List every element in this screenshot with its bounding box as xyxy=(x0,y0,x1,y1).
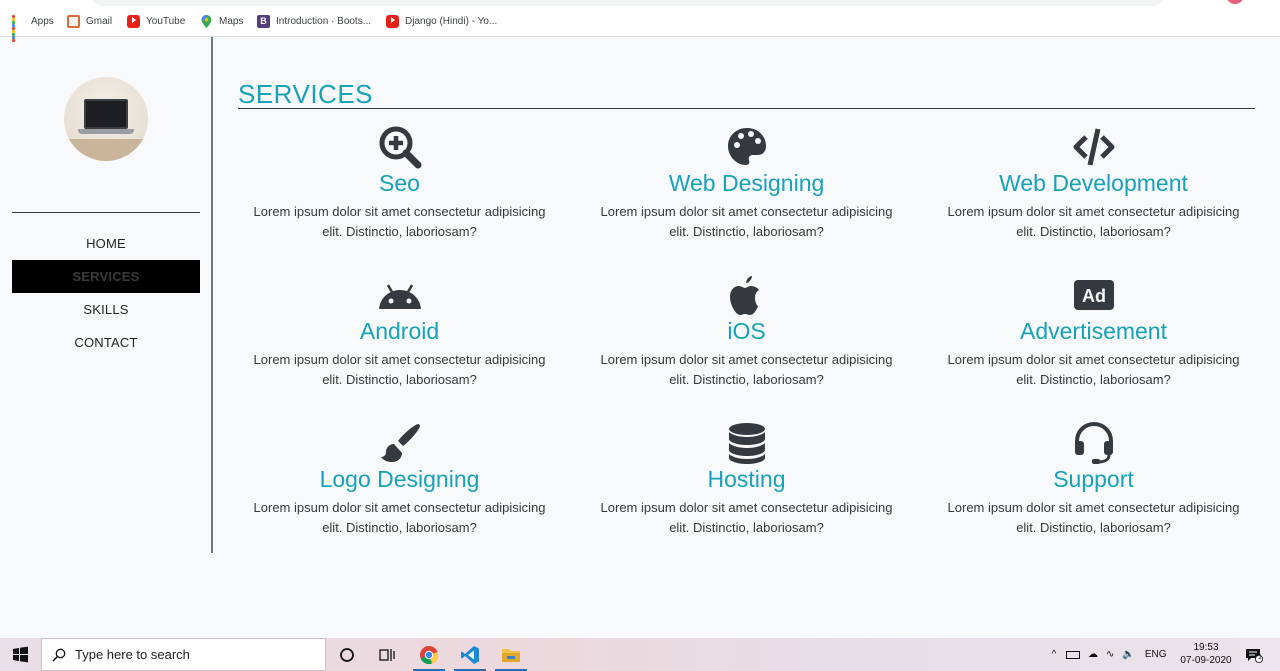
service-description: Lorem ipsum dolor sit amet consectetur a… xyxy=(947,352,1240,387)
service-card-android: Android Lorem ipsum dolor sit amet conse… xyxy=(238,273,561,390)
bookmark-label: Maps xyxy=(219,15,244,27)
bookmark-label: Introduction · Boots... xyxy=(276,15,372,27)
clock-time: 19:53 xyxy=(1193,642,1219,653)
ad-icon: Ad xyxy=(1073,280,1114,310)
sidebar: HOME SERVICES SKILLS CONTACT xyxy=(0,37,213,553)
sidebar-divider xyxy=(12,212,200,213)
bookmark-bootstrap[interactable]: B Introduction · Boots... xyxy=(257,13,371,29)
service-card-advertisement: Ad Advertisement Lorem ipsum dolor sit a… xyxy=(932,273,1255,390)
service-card-ios: iOS Lorem ipsum dolor sit amet consectet… xyxy=(585,273,908,390)
service-card-web-designing: Web Designing Lorem ipsum dolor sit amet… xyxy=(585,125,908,242)
service-description: Lorem ipsum dolor sit amet consectetur a… xyxy=(947,500,1240,535)
service-title: Web Designing xyxy=(668,170,825,196)
service-title: Seo xyxy=(379,170,420,196)
search-plus-icon xyxy=(379,126,421,169)
apple-icon xyxy=(729,276,759,315)
nav-item-contact[interactable]: CONTACT xyxy=(12,326,200,359)
notification-count: 1 xyxy=(1258,654,1262,661)
youtube-icon xyxy=(386,14,399,28)
android-icon xyxy=(378,284,421,309)
folder-icon xyxy=(502,648,520,662)
bookmark-maps[interactable]: Maps xyxy=(200,13,243,29)
title-divider xyxy=(238,108,1255,109)
service-description: Lorem ipsum dolor sit amet consectetur a… xyxy=(600,204,893,239)
service-title: Advertisement xyxy=(1019,318,1167,344)
bookmark-youtube[interactable]: YouTube xyxy=(127,13,185,29)
svg-text:Ad: Ad xyxy=(1082,286,1106,306)
language-indicator[interactable]: ENG xyxy=(1145,649,1167,660)
task-view-button[interactable] xyxy=(367,638,407,671)
service-title: Logo Designing xyxy=(319,466,480,492)
service-title: Support xyxy=(1053,466,1134,492)
task-view-icon xyxy=(379,648,395,661)
service-card-support: Support Lorem ipsum dolor sit amet conse… xyxy=(932,421,1255,538)
taskbar-file-explorer[interactable] xyxy=(491,638,531,671)
wifi-icon[interactable]: ∿ xyxy=(1106,649,1114,660)
service-description: Lorem ipsum dolor sit amet consectetur a… xyxy=(253,500,546,535)
cloud-icon[interactable]: ☁ xyxy=(1088,649,1098,660)
profile-avatar[interactable] xyxy=(1226,0,1244,4)
bookmark-label: Gmail xyxy=(86,15,113,27)
bookmark-label: YouTube xyxy=(146,15,186,27)
services-section: SERVICES Seo Lorem ipsum dolor sit amet … xyxy=(238,37,1255,557)
service-title: Hosting xyxy=(707,466,786,492)
cortana-circle-icon xyxy=(340,647,354,662)
taskbar-chrome[interactable] xyxy=(409,638,449,671)
chevron-up-icon[interactable]: ^ xyxy=(1046,649,1062,660)
nav-item-services[interactable]: SERVICES xyxy=(12,260,200,293)
service-title: Android xyxy=(359,318,440,344)
taskbar: Type here to search ^ ☁ ∿ 🔈 ENG 19:53 07… xyxy=(0,638,1280,671)
system-clock[interactable]: 19:53 07-09-2020 xyxy=(1176,641,1236,667)
service-description: Lorem ipsum dolor sit amet consectetur a… xyxy=(600,352,893,387)
windows-icon xyxy=(13,646,28,663)
taskbar-vscode[interactable] xyxy=(450,638,490,671)
service-description: Lorem ipsum dolor sit amet consectetur a… xyxy=(253,352,546,387)
nav-item-skills[interactable]: SKILLS xyxy=(12,293,200,326)
cortana-button[interactable] xyxy=(327,638,367,671)
bookmark-label: Django (Hindi) - Yo... xyxy=(405,15,498,27)
bookmark-django-hindi[interactable]: Django (Hindi) - Yo... xyxy=(386,13,497,29)
avatar xyxy=(64,77,148,161)
maps-pin-icon xyxy=(201,14,212,28)
youtube-icon xyxy=(127,14,140,28)
service-card-hosting: Hosting Lorem ipsum dolor sit amet conse… xyxy=(585,421,908,538)
service-title: iOS xyxy=(727,318,766,344)
vscode-icon xyxy=(461,645,479,664)
service-description: Lorem ipsum dolor sit amet consectetur a… xyxy=(947,204,1240,239)
service-description: Lorem ipsum dolor sit amet consectetur a… xyxy=(253,204,546,239)
bookmark-apps[interactable]: Apps xyxy=(12,13,54,42)
chrome-icon xyxy=(420,645,439,664)
service-card-logo-designing: Logo Designing Lorem ipsum dolor sit ame… xyxy=(238,421,561,538)
gmail-icon xyxy=(67,14,80,28)
service-description: Lorem ipsum dolor sit amet consectetur a… xyxy=(600,500,893,535)
bootstrap-icon: B xyxy=(257,14,270,28)
clock-date: 07-09-2020 xyxy=(1180,655,1232,666)
bookmarks-bar: Apps Gmail YouTube Maps B Introduction ·… xyxy=(0,0,1280,42)
palette-icon xyxy=(727,128,766,165)
start-button[interactable] xyxy=(0,638,40,671)
service-title: Web Development xyxy=(999,170,1188,196)
sidebar-nav: HOME SERVICES SKILLS CONTACT xyxy=(12,227,200,359)
bookmark-gmail[interactable]: Gmail xyxy=(67,13,112,29)
service-card-web-development: Web Development Lorem ipsum dolor sit am… xyxy=(932,125,1255,242)
nav-item-home[interactable]: HOME xyxy=(12,227,200,260)
page-title: SERVICES xyxy=(238,79,374,109)
system-tray: ^ ☁ ∿ 🔈 ENG xyxy=(1046,638,1167,671)
battery-icon[interactable] xyxy=(1066,650,1080,659)
bookmark-label: Apps xyxy=(31,15,54,27)
paint-brush-icon xyxy=(380,424,420,462)
laptop-image xyxy=(84,99,128,129)
code-icon xyxy=(1073,128,1114,166)
action-center-button[interactable]: 1 xyxy=(1236,638,1272,671)
volume-icon[interactable]: 🔈 xyxy=(1122,649,1134,660)
search-icon xyxy=(52,648,66,662)
taskbar-search[interactable]: Type here to search xyxy=(41,638,326,671)
database-icon xyxy=(728,423,765,464)
apps-grid-icon xyxy=(12,14,25,42)
headset-icon xyxy=(1074,421,1113,464)
search-placeholder: Type here to search xyxy=(75,647,190,662)
service-card-seo: Seo Lorem ipsum dolor sit amet consectet… xyxy=(238,125,561,242)
address-bar[interactable] xyxy=(90,0,1165,6)
